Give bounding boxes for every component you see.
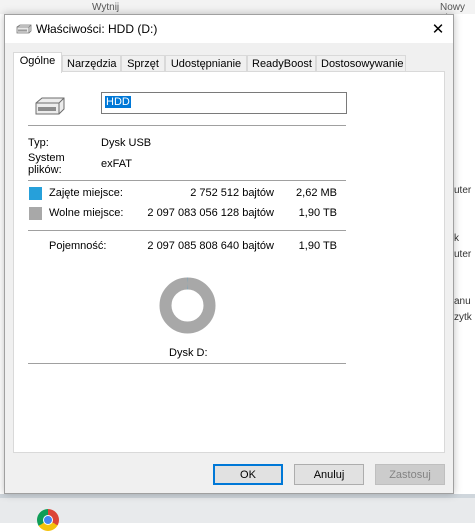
free-space-swatch [29,207,42,220]
tab-general[interactable]: Ogólne [13,52,62,73]
taskbar-highlight [0,494,475,498]
background-fragment: zytk [454,312,472,323]
background-toolbar: Wytnij Nowy el [0,0,475,24]
close-button[interactable]: ✕ [423,15,453,43]
used-space-bytes: 2 752 512 bajtów [190,187,274,199]
properties-dialog: Właściwości: HDD (D:) ✕ Ogólne Narzędzia… [4,14,454,494]
filesystem-value: exFAT [101,158,132,170]
disk-label: Dysk D: [169,347,208,359]
separator [28,125,346,126]
free-space-bytes: 2 097 083 056 128 bajtów [147,207,274,219]
close-icon: ✕ [431,21,445,38]
background-fragment: uter [454,185,472,196]
ok-button[interactable]: OK [213,464,283,485]
background-fragment: uter [454,249,472,260]
filesystem-label-line1: System [28,152,65,164]
used-space-label: Zajęte miejsce: [49,187,123,199]
cancel-button[interactable]: Anuluj [294,464,364,485]
donut-free-ring [159,277,216,334]
tab-readyboost[interactable]: ReadyBoost [247,55,316,72]
capacity-bytes: 2 097 085 808 640 bajtów [147,240,274,252]
title-bar[interactable]: Właściwości: HDD (D:) ✕ [5,15,453,43]
filesystem-label-line2: plików: [28,164,62,176]
tab-hardware[interactable]: Sprzęt [121,55,165,72]
free-space-short: 1,90 TB [298,207,337,219]
capacity-short: 1,90 TB [298,240,337,252]
taskbar [0,494,475,523]
volume-name-input[interactable]: HDD [101,92,347,114]
drive-icon [16,24,32,34]
type-label: Typ: [28,137,49,149]
general-panel: HDD Typ: Dysk USB System plików: exFAT Z… [13,71,445,453]
tab-sharing[interactable]: Udostępnianie [165,55,247,72]
background-right-panel: uter k uter anu zytk [454,14,475,494]
type-value: Dysk USB [101,137,152,149]
used-space-swatch [29,187,42,200]
drive-icon [35,97,65,115]
separator [28,230,346,231]
background-fragment: anu [454,296,471,307]
tab-tools[interactable]: Narzędzia [62,55,121,72]
tab-customize[interactable]: Dostosowywanie [316,55,406,72]
used-space-short: 2,62 MB [296,187,337,199]
free-space-label: Wolne miejsce: [49,207,124,219]
background-cut-label: Wytnij [92,2,120,13]
separator [28,363,346,364]
window-title: Właściwości: HDD (D:) [36,22,158,36]
background-fragment: k [454,233,459,244]
apply-button[interactable]: Zastosuj [375,464,445,485]
disk-usage-donut [159,277,216,334]
separator [28,180,346,181]
chrome-icon[interactable] [37,509,59,531]
capacity-label: Pojemność: [49,240,107,252]
volume-name-text: HDD [105,96,131,108]
